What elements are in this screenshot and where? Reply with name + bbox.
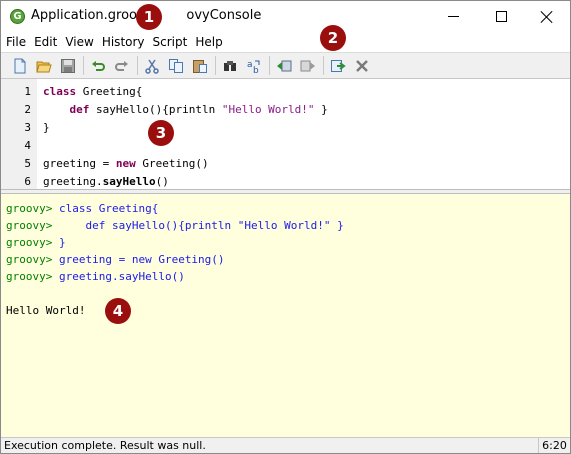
replace-icon: ab	[247, 60, 259, 74]
save-icon	[60, 58, 75, 73]
status-bar: Execution complete. Result was null. 6:2…	[1, 437, 570, 453]
script-editor[interactable]: 1 2 3 4 5 6 class Greeting{ def sayHello…	[1, 79, 570, 189]
history-previous-button[interactable]	[274, 56, 293, 75]
toolbar-separator	[137, 56, 138, 75]
caret-position: 6:20	[538, 438, 570, 453]
toolbar-separator	[83, 56, 84, 75]
output-echo-line: groovy> greeting = new Greeting()	[6, 253, 225, 266]
line-number: 3	[24, 121, 31, 134]
replace-button[interactable]: ab	[244, 56, 263, 75]
interrupt-icon	[355, 59, 368, 72]
svg-text:a: a	[247, 60, 253, 70]
history-next-icon	[300, 60, 315, 71]
minimize-button[interactable]	[430, 1, 476, 32]
callout-badge: 3	[148, 120, 174, 146]
menu-bar: File Edit View History Script Help	[1, 32, 570, 52]
find-button[interactable]	[220, 56, 239, 75]
callout-badge: 2	[320, 25, 346, 51]
output-pane: groovy> class Greeting{ groovy> def sayH…	[1, 194, 570, 437]
save-button[interactable]	[58, 56, 77, 75]
redo-button[interactable]	[112, 56, 131, 75]
undo-button[interactable]	[88, 56, 107, 75]
run-script-icon	[330, 59, 346, 72]
undo-icon	[91, 60, 105, 71]
line-number: 2	[24, 103, 31, 116]
run-script-button[interactable]	[328, 56, 347, 75]
menu-help[interactable]: Help	[191, 32, 226, 52]
window-title-app: ovyConsole	[186, 8, 262, 23]
redo-icon	[114, 60, 128, 71]
minimize-icon	[447, 16, 459, 17]
output-result: Hello World!	[6, 304, 86, 317]
groovy-app-icon: G	[10, 9, 25, 24]
status-message: Execution complete. Result was null.	[4, 439, 206, 452]
open-button[interactable]	[34, 56, 53, 75]
menu-history[interactable]: History	[98, 32, 149, 52]
callout-badge: 1	[136, 4, 162, 30]
title-bar: G Application.groovy ovyConsole	[1, 1, 570, 32]
line-number: 4	[24, 139, 31, 152]
history-next-button[interactable]	[298, 56, 317, 75]
history-previous-icon	[276, 60, 291, 71]
menu-edit[interactable]: Edit	[30, 32, 61, 52]
line-number-gutter: 1 2 3 4 5 6	[1, 79, 37, 189]
code-line: class Greeting{	[43, 85, 143, 98]
maximize-button[interactable]	[478, 1, 524, 32]
copy-button[interactable]	[166, 56, 185, 75]
output-echo-line: groovy> class Greeting{	[6, 202, 159, 215]
callout-badge: 4	[105, 298, 131, 324]
code-line: greeting = new Greeting()	[43, 157, 209, 170]
output-echo-line: groovy> }	[6, 236, 66, 249]
interrupt-button[interactable]	[352, 56, 371, 75]
code-line: def sayHello(){println "Hello World!" }	[69, 103, 328, 116]
new-file-icon	[14, 58, 25, 73]
menu-view[interactable]: View	[61, 32, 97, 52]
groovy-console-window: G Application.groovy ovyConsole File Edit…	[0, 0, 571, 454]
new-file-button[interactable]	[10, 56, 29, 75]
menu-script[interactable]: Script	[149, 32, 192, 52]
line-number: 1	[24, 85, 31, 98]
line-number: 5	[24, 157, 31, 170]
copy-icon	[168, 58, 183, 73]
close-icon	[540, 10, 554, 24]
cut-icon	[144, 59, 159, 74]
maximize-icon	[495, 11, 507, 22]
paste-button[interactable]	[190, 56, 209, 75]
output-echo-line: groovy> def sayHello(){println "Hello Wo…	[6, 219, 344, 232]
code-line: }	[43, 121, 50, 134]
menu-file[interactable]: File	[2, 32, 30, 52]
output-echo-line: groovy> greeting.sayHello()	[6, 270, 185, 283]
find-icon	[223, 60, 236, 71]
toolbar: ab	[1, 52, 570, 79]
toolbar-separator	[323, 56, 324, 75]
toolbar-separator	[215, 56, 216, 75]
svg-text:b: b	[253, 66, 259, 74]
toolbar-separator	[269, 56, 270, 75]
window-title-file: Application.groovy	[31, 8, 153, 23]
open-icon	[35, 61, 52, 72]
close-button[interactable]	[524, 1, 570, 32]
cut-button[interactable]	[142, 56, 161, 75]
paste-icon	[192, 59, 207, 73]
